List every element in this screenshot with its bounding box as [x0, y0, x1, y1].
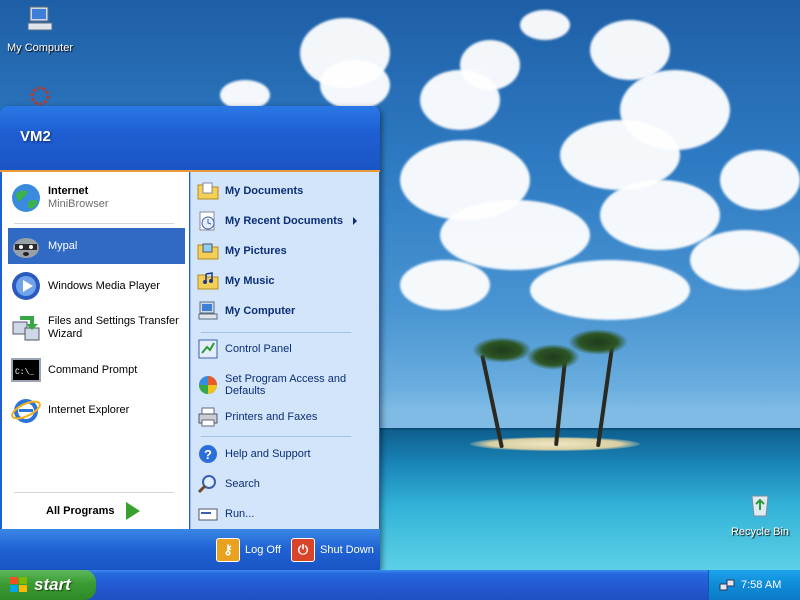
recent-documents-icon	[199, 211, 215, 231]
clock[interactable]: 7:58 AM	[741, 579, 781, 591]
recent-command-prompt[interactable]: C:\_ Command Prompt	[8, 352, 185, 388]
start-menu-footer: ⚷ Log Off ⏻ Shut Down	[0, 529, 380, 570]
place-label: Control Panel	[225, 343, 292, 355]
control-panel-icon	[198, 339, 218, 359]
my-pictures-folder-icon	[197, 243, 219, 260]
desktop-icon-recycle-bin[interactable]: Recycle Bin	[720, 488, 800, 538]
place-printers-and-faxes[interactable]: Printers and Faxes	[197, 404, 373, 430]
start-menu-programs-pane: Internet MiniBrowser Mypal Windows Media…	[2, 172, 189, 529]
item-title: Windows Media Player	[48, 279, 160, 292]
place-my-music[interactable]: My Music	[197, 268, 373, 294]
pinned-internet[interactable]: Internet MiniBrowser	[8, 180, 185, 216]
place-label: Help and Support	[225, 448, 311, 460]
my-documents-folder-icon	[197, 182, 219, 200]
item-title: Mypal	[48, 239, 78, 252]
my-music-folder-icon	[197, 272, 219, 290]
command-prompt-icon: C:\_	[11, 358, 41, 382]
place-label: Run...	[225, 508, 255, 520]
transfer-wizard-icon	[12, 316, 40, 341]
taskbar: start 7:58 AM	[0, 570, 800, 600]
start-menu-places-pane: My Documents My Recent Documents My Pict…	[190, 172, 379, 529]
shut-down-label: Shut Down	[320, 544, 374, 556]
place-help-and-support[interactable]: ? Help and Support	[197, 441, 373, 467]
internet-globe-icon	[12, 184, 40, 212]
power-icon: ⏻	[291, 538, 315, 562]
network-tray-icon[interactable]	[719, 577, 735, 593]
svg-text:?: ?	[204, 447, 212, 462]
place-search[interactable]: Search	[197, 471, 373, 497]
internet-explorer-icon	[11, 399, 41, 423]
recent-windows-media-player[interactable]: Windows Media Player	[8, 268, 185, 304]
mypal-raccoon-icon	[13, 238, 39, 258]
key-icon: ⚷	[216, 538, 240, 562]
program-defaults-icon	[199, 376, 217, 394]
shut-down-button[interactable]: ⏻ Shut Down	[291, 538, 374, 562]
desktop-icon-label: My Computer	[6, 42, 74, 54]
help-icon: ?	[199, 445, 217, 463]
place-my-computer[interactable]: My Computer	[197, 298, 373, 324]
printer-icon	[198, 407, 218, 427]
start-menu-header: VM2	[0, 106, 380, 172]
place-label: My Music	[225, 275, 275, 287]
start-menu: VM2 Internet MiniBrowser Mypal Windows M…	[0, 106, 380, 570]
system-tray: 7:58 AM	[708, 570, 800, 600]
place-my-pictures[interactable]: My Pictures	[197, 238, 373, 264]
place-my-documents[interactable]: My Documents	[197, 178, 373, 204]
place-label: Printers and Faxes	[225, 411, 318, 423]
user-name: VM2	[20, 128, 51, 145]
item-title: Internet	[48, 185, 89, 197]
recent-files-settings-transfer[interactable]: Files and Settings Transfer Wizard	[8, 308, 185, 348]
all-programs-button[interactable]: All Programs	[46, 502, 141, 520]
place-my-recent-documents[interactable]: My Recent Documents	[197, 208, 373, 234]
search-icon	[197, 475, 216, 494]
place-run[interactable]: Run...	[197, 501, 373, 527]
log-off-button[interactable]: ⚷ Log Off	[216, 538, 281, 562]
place-label: My Pictures	[225, 245, 287, 257]
all-programs-label: All Programs	[46, 505, 115, 517]
place-label: My Documents	[225, 185, 304, 197]
recycle-bin-icon	[751, 495, 769, 517]
recent-mypal[interactable]: Mypal	[8, 228, 185, 264]
submenu-arrow-icon	[352, 217, 357, 225]
place-label: Search	[225, 478, 260, 490]
desktop-icon-my-computer[interactable]: My Computer	[0, 4, 80, 54]
separator	[14, 223, 174, 224]
item-title: Command Prompt	[48, 363, 138, 376]
run-icon	[198, 508, 218, 521]
item-title: Internet Explorer	[48, 403, 130, 416]
place-set-program-access[interactable]: Set Program Access and Defaults	[197, 368, 373, 402]
my-computer-icon	[27, 6, 53, 31]
windows-logo-icon	[10, 577, 28, 593]
svg-text:C:\_: C:\_	[15, 368, 34, 377]
separator	[201, 332, 351, 333]
separator	[14, 492, 174, 493]
separator	[201, 436, 351, 437]
start-button[interactable]: start	[0, 570, 96, 600]
recent-internet-explorer[interactable]: Internet Explorer	[8, 392, 185, 428]
green-arrow-icon	[126, 502, 141, 520]
item-title: Files and Settings Transfer Wizard	[48, 315, 179, 340]
log-off-label: Log Off	[245, 544, 281, 556]
desktop-icon-label: Recycle Bin	[730, 526, 790, 538]
start-label: start	[34, 575, 71, 594]
place-label: Set Program Access and Defaults	[225, 373, 347, 397]
my-computer-icon	[198, 301, 218, 320]
place-control-panel[interactable]: Control Panel	[197, 336, 373, 362]
place-label: My Computer	[225, 305, 296, 317]
item-subtitle: MiniBrowser	[48, 198, 109, 210]
place-label: My Recent Documents	[225, 215, 343, 227]
media-player-icon	[12, 272, 40, 300]
